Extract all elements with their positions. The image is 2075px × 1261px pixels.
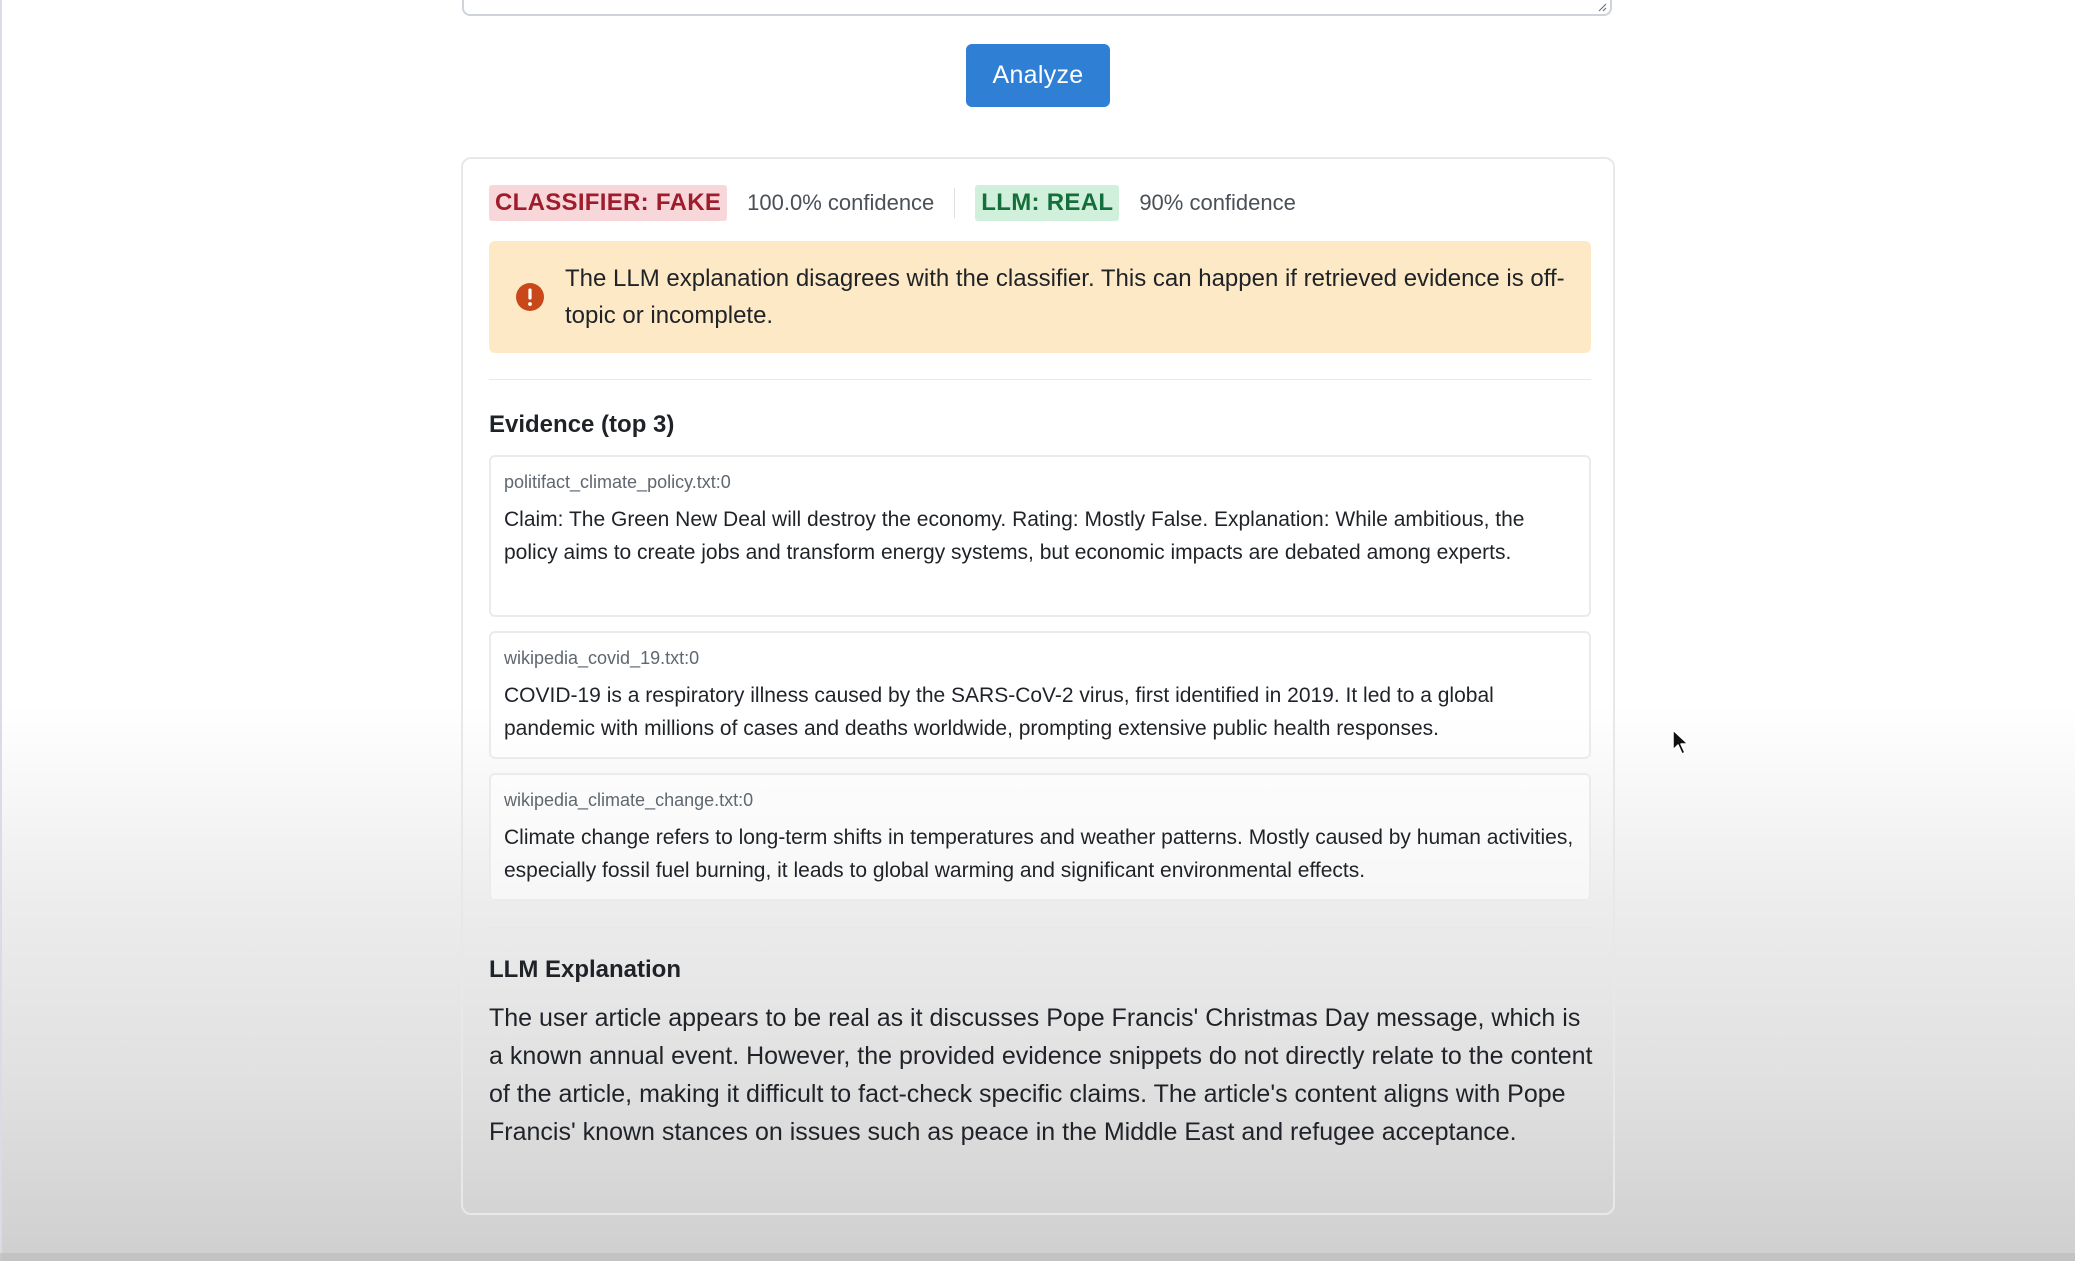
evidence-heading: Evidence (top 3) xyxy=(489,411,675,438)
result-card: CLASSIFIER: FAKE 100.0% confidence LLM: … xyxy=(461,157,1615,1215)
explanation-heading: LLM Explanation xyxy=(489,956,681,983)
classifier-verdict-badge: CLASSIFIER: FAKE xyxy=(489,185,728,221)
evidence-text: Claim: The Green New Deal will destroy t… xyxy=(504,508,1525,564)
evidence-source: wikipedia_covid_19.txt:0 xyxy=(504,648,700,668)
disagreement-alert: The LLM explanation disagrees with the c… xyxy=(489,241,1591,353)
exclamation-circle-icon xyxy=(516,283,544,311)
mouse-cursor-icon xyxy=(1672,729,1689,755)
alert-message: The LLM explanation disagrees with the c… xyxy=(565,265,1565,329)
evidence-item: politifact_climate_policy.txt:0 Claim: T… xyxy=(489,455,1591,617)
resize-grip-icon[interactable] xyxy=(1597,2,1607,12)
evidence-source: wikipedia_climate_change.txt:0 xyxy=(504,790,754,810)
window-edge xyxy=(0,0,2,1261)
verdict-separator xyxy=(954,188,956,218)
verdict-row: CLASSIFIER: FAKE 100.0% confidence LLM: … xyxy=(489,185,1296,221)
evidence-source: politifact_climate_policy.txt:0 xyxy=(504,472,731,492)
classifier-confidence: 100.0% confidence xyxy=(747,190,935,215)
window-bottom-edge xyxy=(0,1253,2075,1261)
analyze-button[interactable]: Analyze xyxy=(966,44,1110,107)
evidence-text: Climate change refers to long-term shift… xyxy=(504,826,1574,882)
section-divider xyxy=(489,927,1591,928)
explanation-text: The user article appears to be real as i… xyxy=(489,1004,1593,1146)
article-textarea[interactable] xyxy=(462,0,1612,16)
section-divider xyxy=(489,379,1591,380)
evidence-text: COVID-19 is a respiratory illness caused… xyxy=(504,684,1494,740)
llm-verdict-badge: LLM: REAL xyxy=(975,185,1120,221)
evidence-item: wikipedia_climate_change.txt:0 Climate c… xyxy=(489,773,1591,901)
evidence-item: wikipedia_covid_19.txt:0 COVID-19 is a r… xyxy=(489,631,1591,759)
llm-confidence: 90% confidence xyxy=(1139,190,1296,215)
